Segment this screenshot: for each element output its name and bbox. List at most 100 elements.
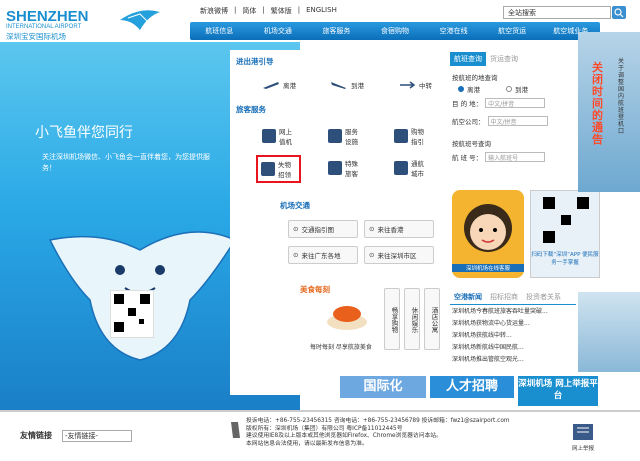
logo-subtitle: INTERNATIONAL AIRPORT: [6, 24, 82, 30]
hero-subtitle: 关注深圳机场微信、小飞鱼会一直伴着您，为您提供服务！: [42, 153, 210, 172]
food-leisure-link[interactable]: 休闲娱乐: [404, 288, 420, 350]
list-item[interactable]: 深圳机场获物流中心货运量...: [452, 318, 574, 330]
company-row: 航空公司： 中文/拼音: [452, 116, 548, 126]
plane-takeoff-icon: [263, 82, 279, 89]
top-link-english[interactable]: ENGLISH: [306, 6, 337, 16]
report-button[interactable]: 网上举报: [568, 420, 598, 452]
dest-input[interactable]: 中文/拼音: [485, 98, 546, 108]
food-title: 美食每刻: [300, 285, 330, 294]
nav-online[interactable]: 空港在线: [424, 26, 483, 36]
guide-arrival[interactable]: 到港: [330, 80, 364, 90]
list-item[interactable]: 深圳机场今春航班旅客吞吐量突破...: [452, 306, 574, 318]
search-input[interactable]: 全站搜索: [503, 6, 611, 19]
traffic-map[interactable]: ⊙ 交通指引图: [288, 220, 358, 238]
guide-departure[interactable]: 离港: [262, 80, 296, 90]
ad-notice-text: 关闭时间的通告: [592, 61, 603, 146]
news-tabs: 空港新闻 招标招商 投资者关系: [450, 290, 576, 305]
search-icon: [614, 8, 624, 18]
query-by-number-label: 按航班号查询: [452, 140, 491, 148]
list-item[interactable]: 深圳机场新航线中国民航...: [452, 342, 574, 354]
food-caption: 每时每刻 尽享航旅美食: [310, 344, 372, 351]
buildings-icon: [394, 161, 408, 175]
nav-traffic[interactable]: 机场交通: [249, 26, 308, 36]
search-button[interactable]: [612, 6, 626, 19]
radio-icon: [458, 86, 464, 92]
tab-investor[interactable]: 投资者关系: [522, 290, 565, 304]
friend-links-select[interactable]: -友情链接-: [62, 430, 132, 442]
report-icon: [573, 424, 593, 440]
tab-cargo-query[interactable]: 货运查询: [486, 52, 522, 66]
nav-food-shopping[interactable]: 食宿购物: [366, 26, 425, 36]
traffic-hongkong[interactable]: ⊙ 来往香港: [364, 220, 434, 238]
guide-title: 进出港引导: [236, 57, 274, 66]
friend-links-label: 友情链接: [20, 431, 52, 440]
wechat-qr-code: [110, 290, 154, 338]
food-shopping-link[interactable]: 畅享购物: [384, 288, 400, 350]
service-facilities[interactable]: 服务设施: [328, 126, 363, 146]
service-online-checkin[interactable]: 网上值机: [262, 126, 297, 146]
service-lost-found[interactable]: 失物招领: [256, 155, 301, 183]
radio-depart[interactable]: 离港: [458, 84, 480, 94]
radio-arrive[interactable]: 到港: [506, 84, 528, 94]
top-link-weibo[interactable]: 新浪微博: [200, 6, 228, 16]
tab-tender[interactable]: 招标招商: [486, 290, 522, 304]
banner-intl[interactable]: 国际化: [340, 376, 426, 398]
qr-code-icon: [114, 294, 150, 332]
nav-flight-info[interactable]: 航班信息: [190, 26, 249, 36]
sidebar-ad-image[interactable]: [578, 292, 640, 372]
cs-caption: 深圳机场在线客服: [452, 264, 524, 272]
nav-cargo[interactable]: 航空货运: [483, 26, 542, 36]
logo-text[interactable]: SHENZHEN: [6, 8, 89, 25]
traffic-shenzhen[interactable]: ⊙ 来往深圳市区: [364, 246, 434, 264]
qr-code-icon: [543, 197, 589, 243]
bus-icon: ⊙: [369, 251, 375, 259]
app-qr-card[interactable]: 扫码下载“深圳”APP 便民服务一手掌握: [530, 190, 600, 278]
dest-row: 目 的 地： 中文/拼音: [452, 98, 546, 108]
service-shopping[interactable]: 购物指引: [394, 126, 429, 146]
wheelchair-icon: [328, 161, 342, 175]
app-qr-caption: 扫码下载“深圳”APP 便民服务一手掌握: [531, 252, 599, 266]
plane-landing-icon: [331, 82, 346, 89]
flight-query-tabs: 航班查询 货运查询: [450, 52, 522, 66]
traffic-title: 机场交通: [280, 201, 310, 210]
top-link-simplified[interactable]: 简体: [242, 6, 256, 16]
phone-icon: [231, 422, 240, 438]
sidebar-ad[interactable]: 关闭时间的通告 关于调整国内航班登机口: [578, 32, 640, 192]
list-item[interactable]: 深圳机场获航线中转...: [452, 330, 574, 342]
traffic-guangdong[interactable]: ⊙ 来往广东各地: [288, 246, 358, 264]
guide-transfer[interactable]: 中转: [398, 80, 432, 90]
service-special-passenger[interactable]: 特殊旅客: [328, 158, 363, 178]
top-links: 新浪微博 | 简体 | 繁体版 | ENGLISH: [200, 6, 337, 16]
banner-report[interactable]: 深圳机场 网上举报平台: [518, 376, 598, 406]
nav-passenger-service[interactable]: 旅客服务: [307, 26, 366, 36]
company-input[interactable]: 中文/拼音: [487, 116, 548, 126]
flight-number-input[interactable]: 输入航班号: [485, 152, 546, 162]
radio-icon: [506, 86, 512, 92]
list-item[interactable]: 深圳机场推出管航空观光...: [452, 354, 574, 366]
cart-icon: [394, 129, 408, 143]
bus-icon: ⊙: [293, 225, 299, 233]
airport-logo-icon: [120, 10, 160, 30]
bus-icon: ⊙: [369, 225, 375, 233]
tab-flight-query[interactable]: 航班查询: [450, 52, 486, 66]
transfer-icon: [400, 81, 416, 89]
bus-icon: ⊙: [293, 251, 299, 259]
server-icon: [328, 129, 342, 143]
customer-service-card[interactable]: 深圳机场在线客服: [452, 190, 524, 278]
logo-chinese: 深圳宝安国际机场: [6, 32, 66, 41]
computer-icon: [262, 129, 276, 143]
number-row: 航 班 号： 输入航班号: [452, 152, 546, 162]
top-link-traditional[interactable]: 繁体版: [271, 6, 292, 16]
tab-news[interactable]: 空港新闻: [450, 290, 486, 304]
hero-title: 小飞鱼伴您同行: [35, 125, 133, 141]
service-destinations[interactable]: 通航城市: [394, 158, 429, 178]
customer-service-avatar-icon: [464, 204, 512, 252]
banner-talent[interactable]: 人才招聘: [430, 376, 514, 398]
main-nav: 航班信息 机场交通 旅客服务 食宿购物 空港在线 航空货运 航空城业务: [190, 22, 600, 40]
lost-found-icon: [261, 162, 275, 176]
services-title: 旅客服务: [236, 105, 266, 114]
food-hotel-link[interactable]: 酒店公寓: [424, 288, 440, 350]
news-list: 深圳机场今春航班旅客吞吐量突破... 深圳机场获物流中心货运量... 深圳机场获…: [452, 306, 574, 366]
ad-small-text: 关于调整国内航班登机口: [618, 58, 625, 135]
footer-info: 投诉电话：+86-755-23456315 咨询电话：+86-755-23456…: [246, 418, 510, 447]
